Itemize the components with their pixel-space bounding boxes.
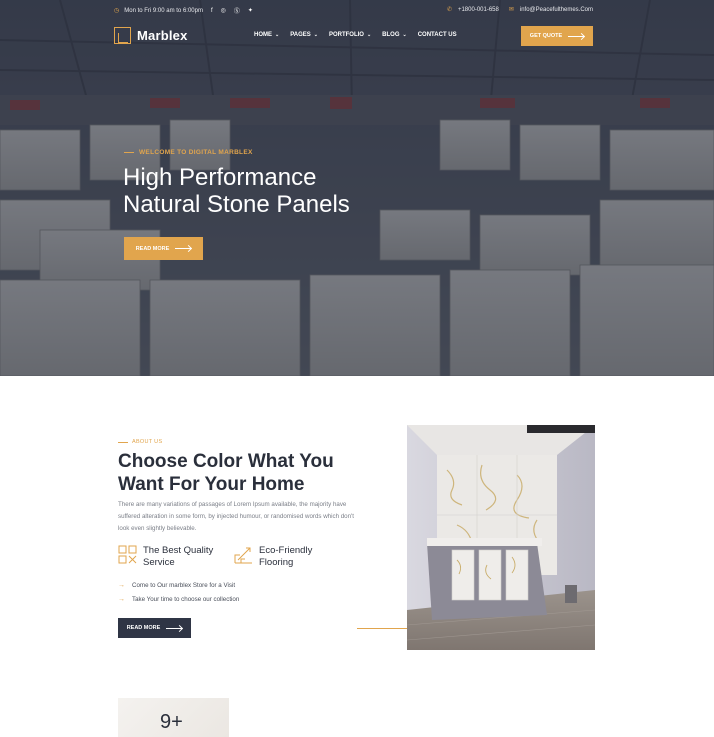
feature-label-line1: The Best Quality <box>143 545 214 556</box>
stat-number: 9+ <box>160 711 183 733</box>
twitter-icon[interactable]: ✦ <box>248 7 253 14</box>
eco-flooring-icon <box>234 547 252 564</box>
about-read-more-button[interactable]: READ MORE <box>118 618 191 638</box>
nav-item-contact[interactable]: CONTACT US <box>418 32 457 38</box>
nav-item-blog[interactable]: BLOG ⌄ <box>382 32 407 38</box>
feature-label-line1: Eco-Friendly <box>259 545 313 556</box>
nav-item-pages[interactable]: PAGES ⌄ <box>290 32 318 38</box>
nav-item-label: CONTACT US <box>417 32 457 38</box>
nav-item-home[interactable]: HOME ⌄ <box>254 32 279 38</box>
feature-eco-flooring: Eco-Friendly Flooring <box>234 545 344 569</box>
logo-icon <box>114 27 131 44</box>
hero-title-line1: High Performance <box>123 164 317 191</box>
chevron-down-icon: ⌄ <box>275 32 280 38</box>
hero-subtitle: WELCOME TO DIGITAL MARBLEX <box>124 149 253 156</box>
hero-title-line2: Natural Stone Panels <box>123 191 350 218</box>
arrow-right-icon <box>175 248 192 249</box>
about-title-line1: Choose Color What You <box>118 451 334 472</box>
brand-name: Marblex <box>137 28 188 43</box>
feature-label-line2: Flooring <box>259 557 294 568</box>
decorative-line <box>357 628 407 629</box>
arrow-right-icon: → <box>118 595 125 603</box>
nav-menu: HOME ⌄ PAGES ⌄ PORTFOLIO ⌄ BLOG ⌄ CONTACT US <box>254 32 457 38</box>
nav-item-label: BLOG <box>382 32 400 38</box>
email-address[interactable]: info@Peacefulthemes.Com <box>520 7 593 13</box>
get-quote-button[interactable]: GET QUOTE <box>521 26 593 46</box>
hero-section: ◷ Mon to Fri 9:00 am to 6:00pm f ◎ Ⓢ ✦ ✆… <box>0 0 714 376</box>
list-item: → Come to Our marblex Store for a Visit <box>118 578 239 592</box>
feature-label-line2: Service <box>143 557 175 568</box>
brand-logo[interactable]: Marblex <box>114 27 188 44</box>
list-item-text: Take Your time to choose our collection <box>132 595 240 603</box>
about-subtitle: ABOUT US <box>118 439 162 445</box>
feature-label: The Best Quality Service <box>143 545 228 569</box>
phone-number[interactable]: +1800-001-658 <box>458 7 499 13</box>
chevron-down-icon: ⌄ <box>366 32 372 38</box>
list-item: → Take Your time to choose our collection <box>118 592 239 606</box>
facebook-icon[interactable]: f <box>211 8 213 14</box>
feature-label: Eco-Friendly Flooring <box>259 545 344 569</box>
feature-quality: The Best Quality Service <box>118 545 228 569</box>
quality-icon <box>118 545 137 564</box>
about-title-line2: Want For Your Home <box>118 474 305 495</box>
about-description: There are many variations of passages of… <box>118 501 354 532</box>
business-hours: Mon to Fri 9:00 am to 6:00pm <box>124 7 203 14</box>
nav-item-label: PAGES <box>290 32 311 38</box>
instagram-icon[interactable]: ◎ <box>221 7 226 14</box>
chevron-down-icon: ⌄ <box>313 32 318 38</box>
chevron-down-icon: ⌄ <box>402 32 407 38</box>
arrow-right-icon: → <box>118 581 125 589</box>
top-bar-left: ◷ Mon to Fri 9:00 am to 6:00pm f ◎ Ⓢ ✦ <box>114 6 253 16</box>
skype-icon[interactable]: Ⓢ <box>234 6 240 15</box>
nav-item-portfolio[interactable]: PORTFOLIO ⌄ <box>329 32 371 38</box>
clock-icon: ◷ <box>114 8 120 14</box>
hero-title: High Performance Natural Stone Panels <box>123 164 423 218</box>
about-checklist: → Come to Our marblex Store for a Visit →… <box>118 578 239 606</box>
nav-item-label: HOME <box>254 32 272 38</box>
arrow-right-icon <box>166 627 183 629</box>
get-quote-label: GET QUOTE <box>529 33 563 39</box>
arrow-right-icon <box>568 35 585 37</box>
mail-icon: ✉ <box>508 7 514 13</box>
read-more-label: READ MORE <box>126 625 161 631</box>
phone-icon: ✆ <box>446 7 452 13</box>
top-bar: ◷ Mon to Fri 9:00 am to 6:00pm f ◎ Ⓢ ✦ ✆… <box>0 0 714 20</box>
main-nav: Marblex HOME ⌄ PAGES ⌄ PORTFOLIO ⌄ BLOG ⌄ CO… <box>0 25 714 47</box>
list-item-text: Come to Our marblex Store for a Visit <box>132 581 236 589</box>
about-image <box>407 425 595 650</box>
read-more-label: READ MORE <box>135 245 170 252</box>
about-title: Choose Color What You Want For Your Home <box>118 450 358 496</box>
hero-read-more-button[interactable]: READ MORE <box>124 237 203 260</box>
top-bar-right: ✆ +1800-001-658 ✉ info@Peacefulthemes.Co… <box>446 6 593 14</box>
nav-item-label: PORTFOLIO <box>328 32 364 38</box>
